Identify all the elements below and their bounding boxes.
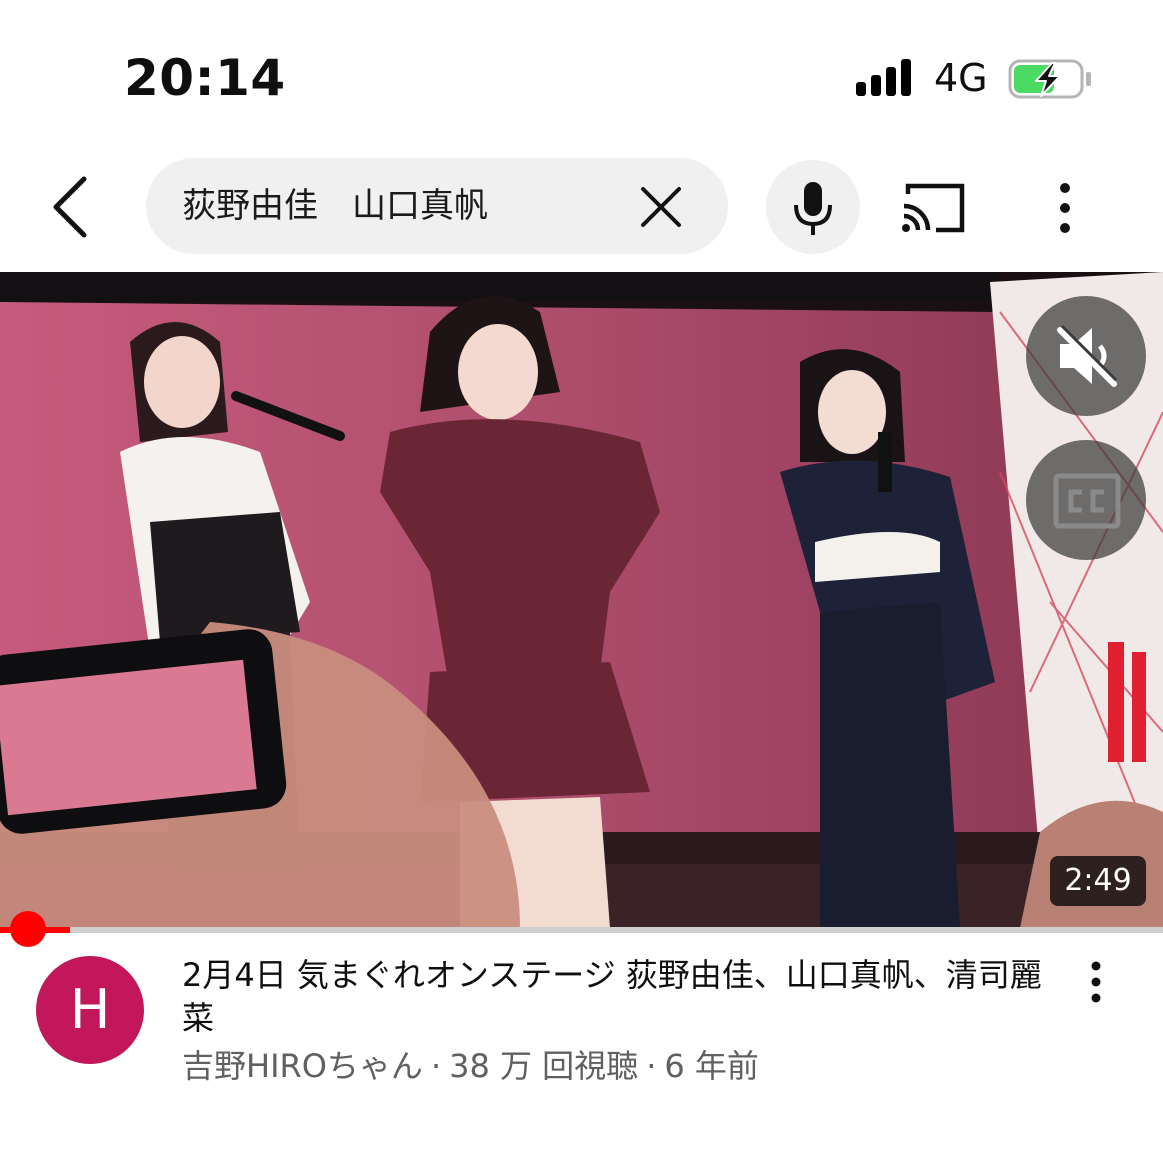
voice-search-button[interactable] (766, 160, 860, 254)
playback-progress-bar[interactable] (0, 927, 1163, 933)
channel-name[interactable]: 吉野HIROちゃん (182, 1047, 423, 1085)
video-metadata: 吉野HIROちゃん · 38 万 回視聴 · 6 年前 (182, 1044, 1042, 1088)
video-actions-button[interactable] (1076, 960, 1116, 1008)
video-duration-badge: 2:49 (1050, 856, 1146, 906)
video-title[interactable]: 2月4日 気まぐれオンステージ 荻野由佳、山口真帆、清司麗菜 (182, 954, 1042, 1040)
cast-button[interactable] (900, 182, 966, 234)
close-icon (641, 187, 681, 227)
status-time: 20:14 (124, 49, 286, 107)
search-input[interactable]: 荻野由佳 山口真帆 (146, 158, 728, 254)
view-count: 38 万 回視聴 (449, 1047, 639, 1085)
meta-separator: · (646, 1047, 657, 1085)
meta-separator: · (430, 1047, 442, 1085)
playback-scrubber-handle[interactable] (10, 911, 46, 947)
chevron-left-icon (53, 176, 87, 238)
more-options-button[interactable] (1040, 180, 1090, 236)
clear-search-button[interactable] (640, 186, 682, 228)
battery-charging-icon (1008, 59, 1091, 99)
mute-toggle-button[interactable] (1026, 296, 1146, 416)
back-button[interactable] (44, 174, 100, 240)
video-player[interactable]: 2:49 (0, 272, 1163, 928)
upload-age: 6 年前 (664, 1047, 759, 1085)
captions-toggle-button[interactable] (1026, 440, 1146, 560)
video-thumbnail-image (0, 272, 1163, 928)
more-vertical-icon (1091, 961, 1101, 1003)
signal-strength-icon (856, 58, 916, 96)
search-query-text[interactable]: 荻野由佳 山口真帆 (182, 186, 488, 226)
search-toolbar: 荻野由佳 山口真帆 (0, 150, 1163, 262)
status-bar: 20:14 4G (0, 0, 1163, 140)
more-vertical-icon (1060, 183, 1070, 233)
cast-icon (902, 183, 965, 233)
network-type: 4G (934, 56, 988, 100)
closed-captions-icon (1053, 473, 1121, 529)
microphone-icon (794, 182, 832, 235)
channel-avatar[interactable]: H (36, 956, 144, 1064)
volume-off-icon (1057, 324, 1118, 387)
